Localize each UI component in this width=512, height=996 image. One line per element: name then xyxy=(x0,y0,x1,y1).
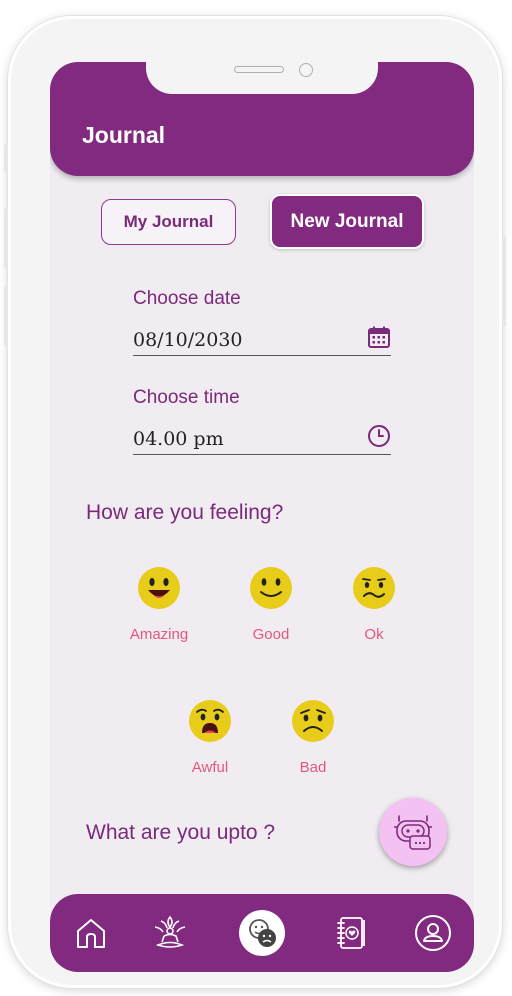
tab-new-journal[interactable]: New Journal xyxy=(270,194,424,249)
tab-my-journal[interactable]: My Journal xyxy=(101,199,236,245)
side-button xyxy=(4,286,8,346)
calendar-icon[interactable] xyxy=(367,325,391,349)
mood-awful[interactable]: Awful xyxy=(165,698,255,776)
mood-good[interactable]: Good xyxy=(226,565,316,643)
nav-notebook[interactable] xyxy=(330,912,372,954)
meditation-icon xyxy=(154,915,186,948)
nav-profile[interactable] xyxy=(412,912,454,954)
time-field[interactable]: 04.00 pm xyxy=(133,421,391,455)
amazing-face-icon xyxy=(138,567,180,609)
mood-label: Amazing xyxy=(129,626,189,643)
mood-journal-icon xyxy=(249,919,276,947)
front-camera xyxy=(299,63,313,77)
side-button xyxy=(4,144,8,172)
phone-frame: Journal My Journal New Journal Choose da… xyxy=(4,16,506,988)
mood-amazing[interactable]: Amazing xyxy=(114,565,204,643)
feeling-title: How are you feeling? xyxy=(86,501,284,524)
nav-meditation[interactable] xyxy=(149,912,191,954)
chatbot-icon xyxy=(394,815,432,850)
nav-home[interactable] xyxy=(70,912,112,954)
phone-notch xyxy=(146,62,378,94)
mood-label: Bad xyxy=(299,759,327,776)
awful-face-icon xyxy=(189,700,231,742)
date-value: 08/10/2030 xyxy=(133,329,243,351)
bottom-nav xyxy=(50,894,474,972)
activity-title: What are you upto ? xyxy=(86,821,276,844)
page-title: Journal xyxy=(82,122,166,148)
chatbot-button[interactable] xyxy=(379,798,447,866)
mood-label: Good xyxy=(252,626,290,643)
bad-face-icon xyxy=(292,700,334,742)
clock-icon[interactable] xyxy=(367,424,391,448)
profile-icon xyxy=(415,915,451,951)
time-label: Choose time xyxy=(133,387,240,408)
date-field[interactable]: 08/10/2030 xyxy=(133,322,391,356)
time-value: 04.00 pm xyxy=(133,428,224,450)
date-label: Choose date xyxy=(133,288,241,309)
speaker-grille xyxy=(234,66,284,73)
mood-label: Awful xyxy=(191,759,229,776)
app-header: Journal xyxy=(50,62,474,176)
good-face-icon xyxy=(250,567,292,609)
app-screen: Journal My Journal New Journal Choose da… xyxy=(50,62,474,972)
nav-mood-journal[interactable] xyxy=(239,910,285,956)
side-button xyxy=(4,208,8,268)
home-icon xyxy=(77,919,105,948)
notebook-heart-icon xyxy=(337,917,365,949)
mood-ok[interactable]: Ok xyxy=(329,565,419,643)
ok-face-icon xyxy=(353,567,395,609)
mood-bad[interactable]: Bad xyxy=(268,698,358,776)
mood-label: Ok xyxy=(364,626,384,643)
side-button xyxy=(502,236,506,326)
